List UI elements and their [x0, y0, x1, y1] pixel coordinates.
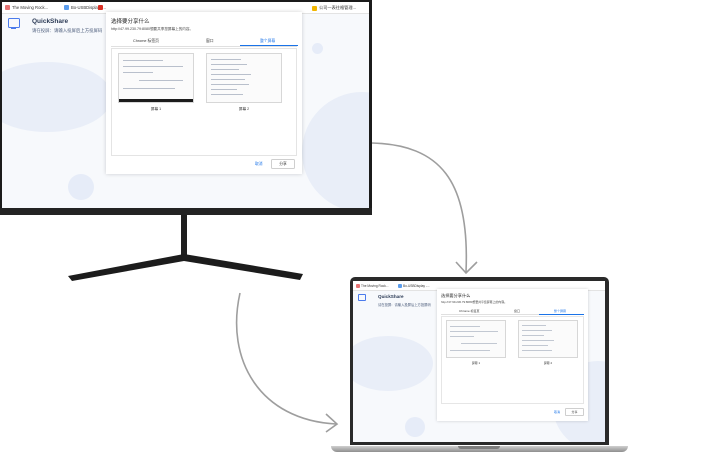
background-dot [405, 417, 425, 437]
active-tab-indicator [539, 313, 584, 315]
bookmark-favicon-icon [356, 284, 360, 288]
dialog-description: http://47.99.230.79:8080想要共享您屏幕上的内容。 [441, 300, 508, 304]
screen-thumbnail-2[interactable] [518, 320, 578, 358]
screen-label: 屏幕 1 [471, 361, 481, 365]
cancel-button[interactable]: 取消 [554, 410, 560, 414]
app-name: QuickShare [378, 294, 404, 299]
screen-thumbnail-1[interactable] [446, 320, 506, 358]
bookmark-item[interactable]: The Moving Rock... [356, 284, 388, 288]
tab-window[interactable]: 窗口 [514, 309, 520, 313]
share-picker-dialog: 选择要分享什么 http://47.99.230.79:8080想要共享您屏幕上… [437, 289, 588, 421]
dialog-title: 选择要分享什么 [441, 293, 471, 298]
share-button[interactable]: 分享 [565, 408, 584, 416]
laptop-screen: The Moving Rock... Bo-USBDisplay -... Qu… [353, 281, 605, 442]
screen-list: 屏幕 1 屏幕 2 [441, 316, 584, 404]
tab-entire-screen[interactable]: 整个屏幕 [554, 309, 566, 313]
quickshare-logo-icon [358, 294, 366, 301]
bookmark-favicon-icon [398, 284, 402, 288]
bookmark-item[interactable]: Bo-USBDisplay -... [398, 284, 430, 288]
background-blob [353, 336, 433, 391]
screen-label: 屏幕 2 [543, 361, 553, 365]
tab-chrome-tabs[interactable]: Chrome 标签页 [459, 309, 480, 313]
app-subtitle: 请在投屏：请输入投屏后上方投屏码 [378, 303, 431, 307]
stage: The Moving Rock... Bo-USBDisplay -... 公司… [0, 0, 707, 459]
laptop-hinge-notch [458, 446, 500, 449]
source-tabs: Chrome 标签页 窗口 整个屏幕 [441, 306, 584, 315]
